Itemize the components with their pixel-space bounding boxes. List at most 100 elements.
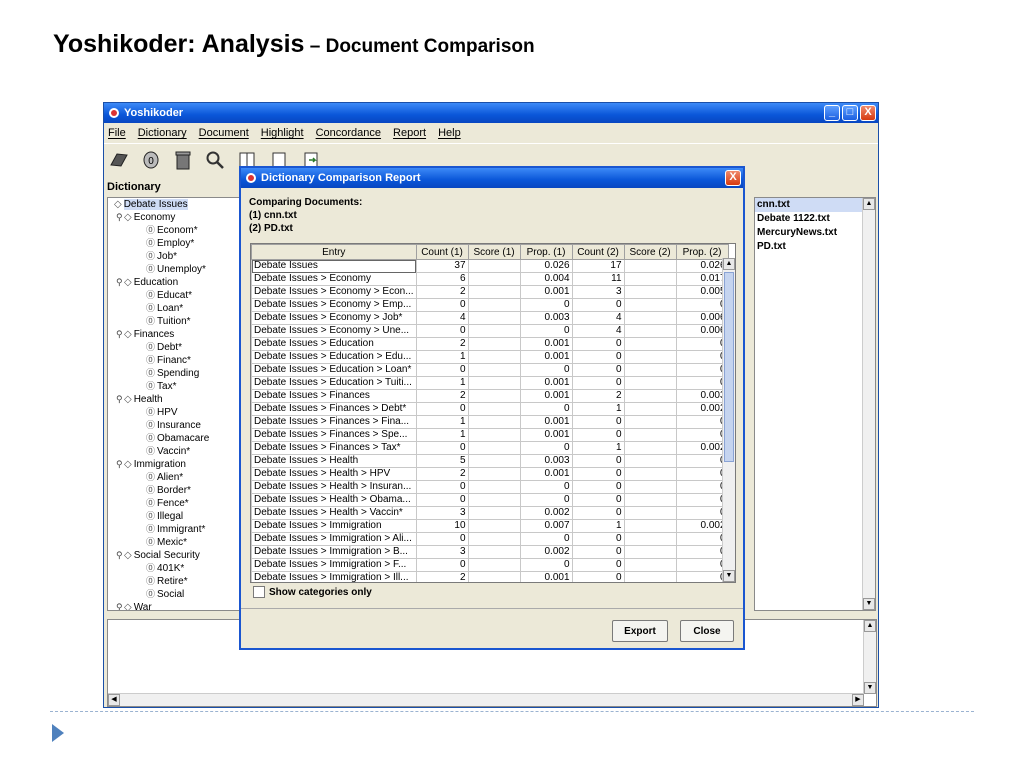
show-categories-checkbox[interactable] bbox=[253, 586, 265, 598]
table-row[interactable]: Debate Issues > Immigration 10 0.007 1 0.002 bbox=[251, 519, 729, 533]
table-row[interactable]: Debate Issues > Health50.00300 bbox=[251, 454, 729, 468]
menu-dictionary[interactable]: Dictionary bbox=[138, 127, 187, 139]
dictionary-tree[interactable]: ◇ Debate Issues ⚲◇ Economy ⓪ Econom* ⓪ Employ* ⓪… bbox=[107, 197, 245, 611]
menu-document[interactable]: Document bbox=[199, 127, 249, 139]
expand-handle-icon[interactable]: ⚲ bbox=[116, 601, 124, 610]
tree-pattern-item[interactable]: ⓪ Fence* bbox=[108, 497, 244, 510]
scroll-up-button[interactable]: ▲ bbox=[863, 198, 875, 210]
tree-category-item[interactable]: ⚲◇ Finances bbox=[108, 328, 244, 341]
table-row[interactable]: Debate Issues > Economy > Emp...0000 bbox=[251, 298, 729, 312]
pattern-icon[interactable]: 0 bbox=[140, 149, 162, 171]
search-icon[interactable] bbox=[204, 149, 226, 171]
scroll-down-button[interactable]: ▼ bbox=[723, 570, 735, 582]
expand-handle-icon[interactable]: ⚲ bbox=[116, 276, 124, 289]
table-row[interactable]: Debate Issues > Education > Tuiti... 1 0.0… bbox=[251, 376, 729, 390]
column-header[interactable]: Count (1) bbox=[415, 244, 469, 260]
tree-pattern-item[interactable]: ⓪ Employ* bbox=[108, 237, 244, 250]
minimize-button[interactable]: _ bbox=[824, 105, 840, 121]
tree-pattern-item[interactable]: ⓪ Debt* bbox=[108, 341, 244, 354]
scroll-down-button[interactable]: ▼ bbox=[864, 682, 876, 694]
scroll-up-button[interactable]: ▲ bbox=[723, 258, 735, 270]
export-button[interactable]: Export bbox=[612, 620, 668, 642]
menu-file[interactable]: File bbox=[108, 127, 126, 139]
close-window-button[interactable]: X bbox=[860, 105, 876, 121]
expand-handle-icon[interactable]: ⚲ bbox=[116, 328, 124, 341]
menu-help[interactable]: Help bbox=[438, 127, 461, 139]
expand-handle-icon[interactable]: ⚲ bbox=[116, 211, 124, 224]
menu-report[interactable]: Report bbox=[393, 127, 426, 139]
tree-pattern-item[interactable]: ⓪ Financ* bbox=[108, 354, 244, 367]
concordance-vscrollbar[interactable]: ▲ ▼ bbox=[863, 620, 876, 694]
table-row[interactable]: Debate Issues > Health > Obama...0000 bbox=[251, 493, 729, 507]
document-item[interactable]: MercuryNews.txt bbox=[755, 226, 875, 240]
scroll-right-button[interactable]: ▶ bbox=[852, 694, 864, 706]
maximize-button[interactable]: □ bbox=[842, 105, 858, 121]
tree-pattern-item[interactable]: ⓪ Mexic* bbox=[108, 536, 244, 549]
tree-pattern-item[interactable]: ⓪ Immigrant* bbox=[108, 523, 244, 536]
column-header[interactable]: Score (1) bbox=[467, 244, 521, 260]
tree-category-item[interactable]: ⚲◇ Health bbox=[108, 393, 244, 406]
table-row[interactable]: Debate Issues > Economy > Job* 4 0.003 4 0.0… bbox=[251, 311, 729, 325]
tree-pattern-item[interactable]: ⓪ HPV bbox=[108, 406, 244, 419]
table-row[interactable]: Debate Issues > Economy > Econ... 2 0.001 3… bbox=[251, 285, 729, 299]
scrollbar-thumb[interactable] bbox=[724, 272, 734, 462]
column-header[interactable]: Prop. (1) bbox=[519, 244, 573, 260]
dictionary-icon[interactable] bbox=[108, 149, 130, 171]
table-row[interactable]: Debate Issues > Immigration > Ill... 2 0.0… bbox=[251, 571, 729, 582]
table-row[interactable]: Debate Issues > Finances > Debt* 0 0 1 0.002 bbox=[251, 402, 729, 416]
tree-pattern-item[interactable]: ⓪ Illegal bbox=[108, 510, 244, 523]
tree-pattern-item[interactable]: ⓪ Unemploy* bbox=[108, 263, 244, 276]
tree-pattern-item[interactable]: ⓪ Spending bbox=[108, 367, 244, 380]
table-row[interactable]: Debate Issues > Immigration > Ali...0000 bbox=[251, 532, 729, 546]
table-row[interactable]: Debate Issues > Finances > Tax* 0 0 1 0.002 bbox=[251, 441, 729, 455]
trash-icon[interactable] bbox=[172, 149, 194, 171]
column-header[interactable]: Prop. (2) bbox=[675, 244, 729, 260]
document-item[interactable]: PD.txt bbox=[755, 240, 875, 254]
tree-pattern-item[interactable]: ⓪ Loan* bbox=[108, 302, 244, 315]
tree-category-item[interactable]: ◇ Debate Issues bbox=[108, 198, 244, 211]
expand-handle-icon[interactable]: ⚲ bbox=[116, 458, 124, 471]
tree-pattern-item[interactable]: ⓪ 401K* bbox=[108, 562, 244, 575]
tree-pattern-item[interactable]: ⓪ Border* bbox=[108, 484, 244, 497]
table-row[interactable]: Debate Issues > Health > Insuran...0000 bbox=[251, 480, 729, 494]
tree-pattern-item[interactable]: ⓪ Insurance bbox=[108, 419, 244, 432]
show-categories-toggle[interactable]: Show categories only bbox=[253, 586, 372, 598]
column-header[interactable]: Score (2) bbox=[623, 244, 677, 260]
scroll-up-button[interactable]: ▲ bbox=[864, 620, 876, 632]
table-row[interactable]: Debate Issues > Finances 2 0.001 2 0.003 bbox=[251, 389, 729, 403]
table-row[interactable]: Debate Issues > Health > Vaccin*30.00200 bbox=[251, 506, 729, 520]
tree-pattern-item[interactable]: ⓪ Alien* bbox=[108, 471, 244, 484]
tree-pattern-item[interactable]: ⓪ Educat* bbox=[108, 289, 244, 302]
tree-pattern-item[interactable]: ⓪ Retire* bbox=[108, 575, 244, 588]
document-item[interactable]: cnn.txt bbox=[755, 198, 875, 212]
table-row[interactable]: Debate Issues > Immigration > F...0000 bbox=[251, 558, 729, 572]
tree-pattern-item[interactable]: ⓪ Obamacare bbox=[108, 432, 244, 445]
scroll-left-button[interactable]: ◀ bbox=[108, 694, 120, 706]
tree-category-item[interactable]: ⚲◇ War bbox=[108, 601, 244, 610]
close-button[interactable]: Close bbox=[680, 620, 734, 642]
table-row[interactable]: Debate Issues > Immigration > B... 3 0.002… bbox=[251, 545, 729, 559]
table-row[interactable]: Debate Issues > Economy 6 0.004 11 0.017 bbox=[251, 272, 729, 286]
table-row[interactable]: Debate Issues > Finances > Spe... 1 0.001 0… bbox=[251, 428, 729, 442]
tree-category-item[interactable]: ⚲◇ Social Security bbox=[108, 549, 244, 562]
expand-handle-icon[interactable]: ⚲ bbox=[116, 393, 124, 406]
report-table-scrollbar[interactable]: ▲ ▼ bbox=[722, 258, 735, 582]
menu-highlight[interactable]: Highlight bbox=[261, 127, 304, 139]
tree-pattern-item[interactable]: ⓪ Social bbox=[108, 588, 244, 601]
table-row[interactable]: Debate Issues 37 0.026 17 0.026 bbox=[251, 259, 729, 273]
table-row[interactable]: Debate Issues > Education > Edu... 1 0.001… bbox=[251, 350, 729, 364]
tree-pattern-item[interactable]: ⓪ Job* bbox=[108, 250, 244, 263]
tree-category-item[interactable]: ⚲◇ Education bbox=[108, 276, 244, 289]
table-row[interactable]: Debate Issues > Finances > Fina... 1 0.001… bbox=[251, 415, 729, 429]
tree-category-item[interactable]: ⚲◇ Immigration bbox=[108, 458, 244, 471]
tree-category-item[interactable]: ⚲◇ Economy bbox=[108, 211, 244, 224]
tree-pattern-item[interactable]: ⓪ Econom* bbox=[108, 224, 244, 237]
expand-handle-icon[interactable]: ⚲ bbox=[116, 549, 124, 562]
table-row[interactable]: Debate Issues > Economy > Une... 0 0 4 0.006 bbox=[251, 324, 729, 338]
table-row[interactable]: Debate Issues > Education > Loan*0000 bbox=[251, 363, 729, 377]
scroll-down-button[interactable]: ▼ bbox=[863, 598, 875, 610]
document-list[interactable]: cnn.txt Debate 1122.txt MercuryNews.txt … bbox=[754, 197, 876, 611]
document-item[interactable]: Debate 1122.txt bbox=[755, 212, 875, 226]
document-list-scrollbar[interactable]: ▲ ▼ bbox=[862, 198, 875, 610]
tree-pattern-item[interactable]: ⓪ Tuition* bbox=[108, 315, 244, 328]
